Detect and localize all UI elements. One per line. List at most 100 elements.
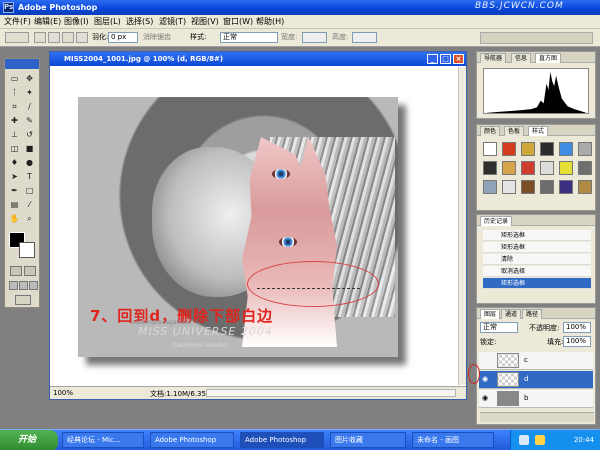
- tab-styles[interactable]: 样式: [528, 126, 549, 136]
- layer-row-selected[interactable]: ◉ d: [479, 371, 593, 389]
- hand-tool-icon[interactable]: ✋: [8, 213, 21, 225]
- width-input[interactable]: [302, 32, 327, 43]
- menu-select[interactable]: 选择(S): [126, 17, 153, 27]
- new-selection-icon[interactable]: [34, 32, 46, 43]
- taskbar-item[interactable]: 未命名 - 画图: [412, 432, 494, 448]
- layer-row[interactable]: ◉ b: [479, 390, 593, 408]
- image-canvas[interactable]: 7、回到d，删除下部白边 alexandre lagandior MISS UN…: [52, 67, 458, 385]
- blend-mode-select[interactable]: 正常: [480, 322, 518, 333]
- intersect-selection-icon[interactable]: [76, 32, 88, 43]
- tab-histogram[interactable]: 直方图: [535, 53, 562, 63]
- zoom-readout[interactable]: 100%: [53, 389, 73, 397]
- style-swatch[interactable]: [578, 180, 592, 194]
- pen-tool-icon[interactable]: ✒: [8, 185, 21, 197]
- layers-footer-toolbar[interactable]: [480, 412, 594, 422]
- tab-navigator[interactable]: 导航器: [480, 53, 507, 63]
- taskbar-item[interactable]: 图片收藏: [330, 432, 406, 448]
- history-item[interactable]: 矩形选框: [483, 242, 591, 253]
- history-brush-icon[interactable]: ↺: [23, 129, 36, 141]
- eyedropper-icon[interactable]: ⁄: [23, 199, 36, 211]
- menu-filter[interactable]: 滤镜(T): [159, 17, 186, 27]
- fill-input[interactable]: 100%: [563, 336, 591, 347]
- menu-view[interactable]: 视图(V): [191, 17, 219, 27]
- notes-tool-icon[interactable]: ▤: [8, 199, 21, 211]
- slice-tool-icon[interactable]: /: [23, 101, 36, 113]
- history-item[interactable]: 矩形选框: [483, 230, 591, 241]
- style-swatch[interactable]: [502, 161, 516, 175]
- tab-paths[interactable]: 路径: [522, 309, 543, 319]
- style-swatch[interactable]: [521, 180, 535, 194]
- crop-tool-icon[interactable]: ⌗: [8, 101, 21, 113]
- tab-color[interactable]: 颜色: [480, 126, 501, 136]
- brush-tool-icon[interactable]: ✎: [23, 115, 36, 127]
- lasso-tool-icon[interactable]: ᛙ: [8, 87, 21, 99]
- zoom-tool-icon[interactable]: ⌕: [23, 213, 36, 225]
- feather-input[interactable]: 0 px: [108, 32, 138, 43]
- style-swatch[interactable]: [578, 161, 592, 175]
- style-swatch[interactable]: [540, 180, 554, 194]
- menu-file[interactable]: 文件(F): [4, 17, 31, 27]
- tab-layers[interactable]: 图层: [480, 309, 501, 319]
- history-item[interactable]: 取消选择: [483, 266, 591, 277]
- stamp-tool-icon[interactable]: ⊥: [8, 129, 21, 141]
- marquee-preset-button[interactable]: [5, 32, 29, 43]
- history-item-selected[interactable]: 矩形选框: [483, 278, 591, 289]
- horizontal-scrollbar[interactable]: [206, 389, 456, 397]
- dodge-tool-icon[interactable]: ●: [23, 157, 36, 169]
- palette-well[interactable]: [480, 32, 593, 44]
- taskbar-item[interactable]: Adobe Photoshop: [150, 432, 234, 448]
- blur-tool-icon[interactable]: ♦: [8, 157, 21, 169]
- style-swatch[interactable]: [483, 180, 497, 194]
- background-color-swatch[interactable]: [19, 242, 35, 258]
- network-icon[interactable]: [519, 435, 529, 445]
- start-button[interactable]: 开始: [0, 430, 58, 450]
- taskbar-item[interactable]: 经典论坛 - Mic...: [62, 432, 144, 448]
- antialias-label[interactable]: 消除锯齿: [143, 33, 171, 42]
- healing-brush-icon[interactable]: ✚: [8, 115, 21, 127]
- history-item[interactable]: 清除: [483, 254, 591, 265]
- style-swatch[interactable]: [559, 142, 573, 156]
- tab-history[interactable]: 历史记录: [480, 216, 513, 226]
- volume-icon[interactable]: [535, 435, 545, 445]
- screen-mode-black-icon[interactable]: [29, 281, 38, 290]
- visibility-eye-icon[interactable]: ◉: [482, 394, 491, 403]
- gradient-tool-icon[interactable]: ■: [23, 143, 36, 155]
- style-none-swatch[interactable]: [483, 142, 497, 156]
- menu-help[interactable]: 帮助(H): [256, 17, 284, 27]
- style-swatch[interactable]: [483, 161, 497, 175]
- menu-layer[interactable]: 图层(L): [94, 17, 121, 27]
- visibility-eye-icon[interactable]: ◉: [482, 375, 491, 384]
- visibility-eye-icon[interactable]: [482, 356, 491, 365]
- path-select-icon[interactable]: ➤: [8, 171, 21, 183]
- add-selection-icon[interactable]: [48, 32, 60, 43]
- screen-mode-standard-icon[interactable]: [9, 281, 18, 290]
- shape-tool-icon[interactable]: □: [23, 185, 36, 197]
- close-icon[interactable]: ×: [453, 54, 464, 64]
- screen-mode-full-icon[interactable]: [19, 281, 28, 290]
- eraser-tool-icon[interactable]: ◫: [8, 143, 21, 155]
- tab-swatches[interactable]: 色板: [504, 126, 525, 136]
- layer-row[interactable]: c: [479, 352, 593, 370]
- menu-window[interactable]: 窗口(W): [223, 17, 253, 27]
- marquee-tool-icon[interactable]: ▭: [8, 73, 21, 85]
- style-swatch[interactable]: [521, 161, 535, 175]
- style-select[interactable]: 正常: [220, 32, 278, 43]
- imageready-jump-icon[interactable]: [15, 295, 31, 305]
- quickmask-mode-icon[interactable]: [24, 266, 36, 276]
- vertical-scrollbar[interactable]: [458, 67, 466, 385]
- move-tool-icon[interactable]: ✥: [23, 73, 36, 85]
- style-swatch[interactable]: [540, 161, 554, 175]
- tab-channels[interactable]: 通道: [501, 309, 522, 319]
- style-swatch[interactable]: [521, 142, 535, 156]
- menu-image[interactable]: 图像(I): [64, 17, 89, 27]
- minimize-icon[interactable]: _: [427, 54, 438, 64]
- taskbar-item-active[interactable]: Adobe Photoshop: [240, 432, 324, 448]
- menu-edit[interactable]: 编辑(E): [34, 17, 61, 27]
- standard-mode-icon[interactable]: [10, 266, 22, 276]
- style-swatch[interactable]: [559, 161, 573, 175]
- style-swatch[interactable]: [578, 142, 592, 156]
- height-input[interactable]: [352, 32, 377, 43]
- document-title-bar[interactable]: MISS2004_1001.jpg @ 100% (d, RGB/8#) _ □…: [50, 52, 466, 66]
- type-tool-icon[interactable]: T: [23, 171, 36, 183]
- opacity-input[interactable]: 100%: [563, 322, 591, 333]
